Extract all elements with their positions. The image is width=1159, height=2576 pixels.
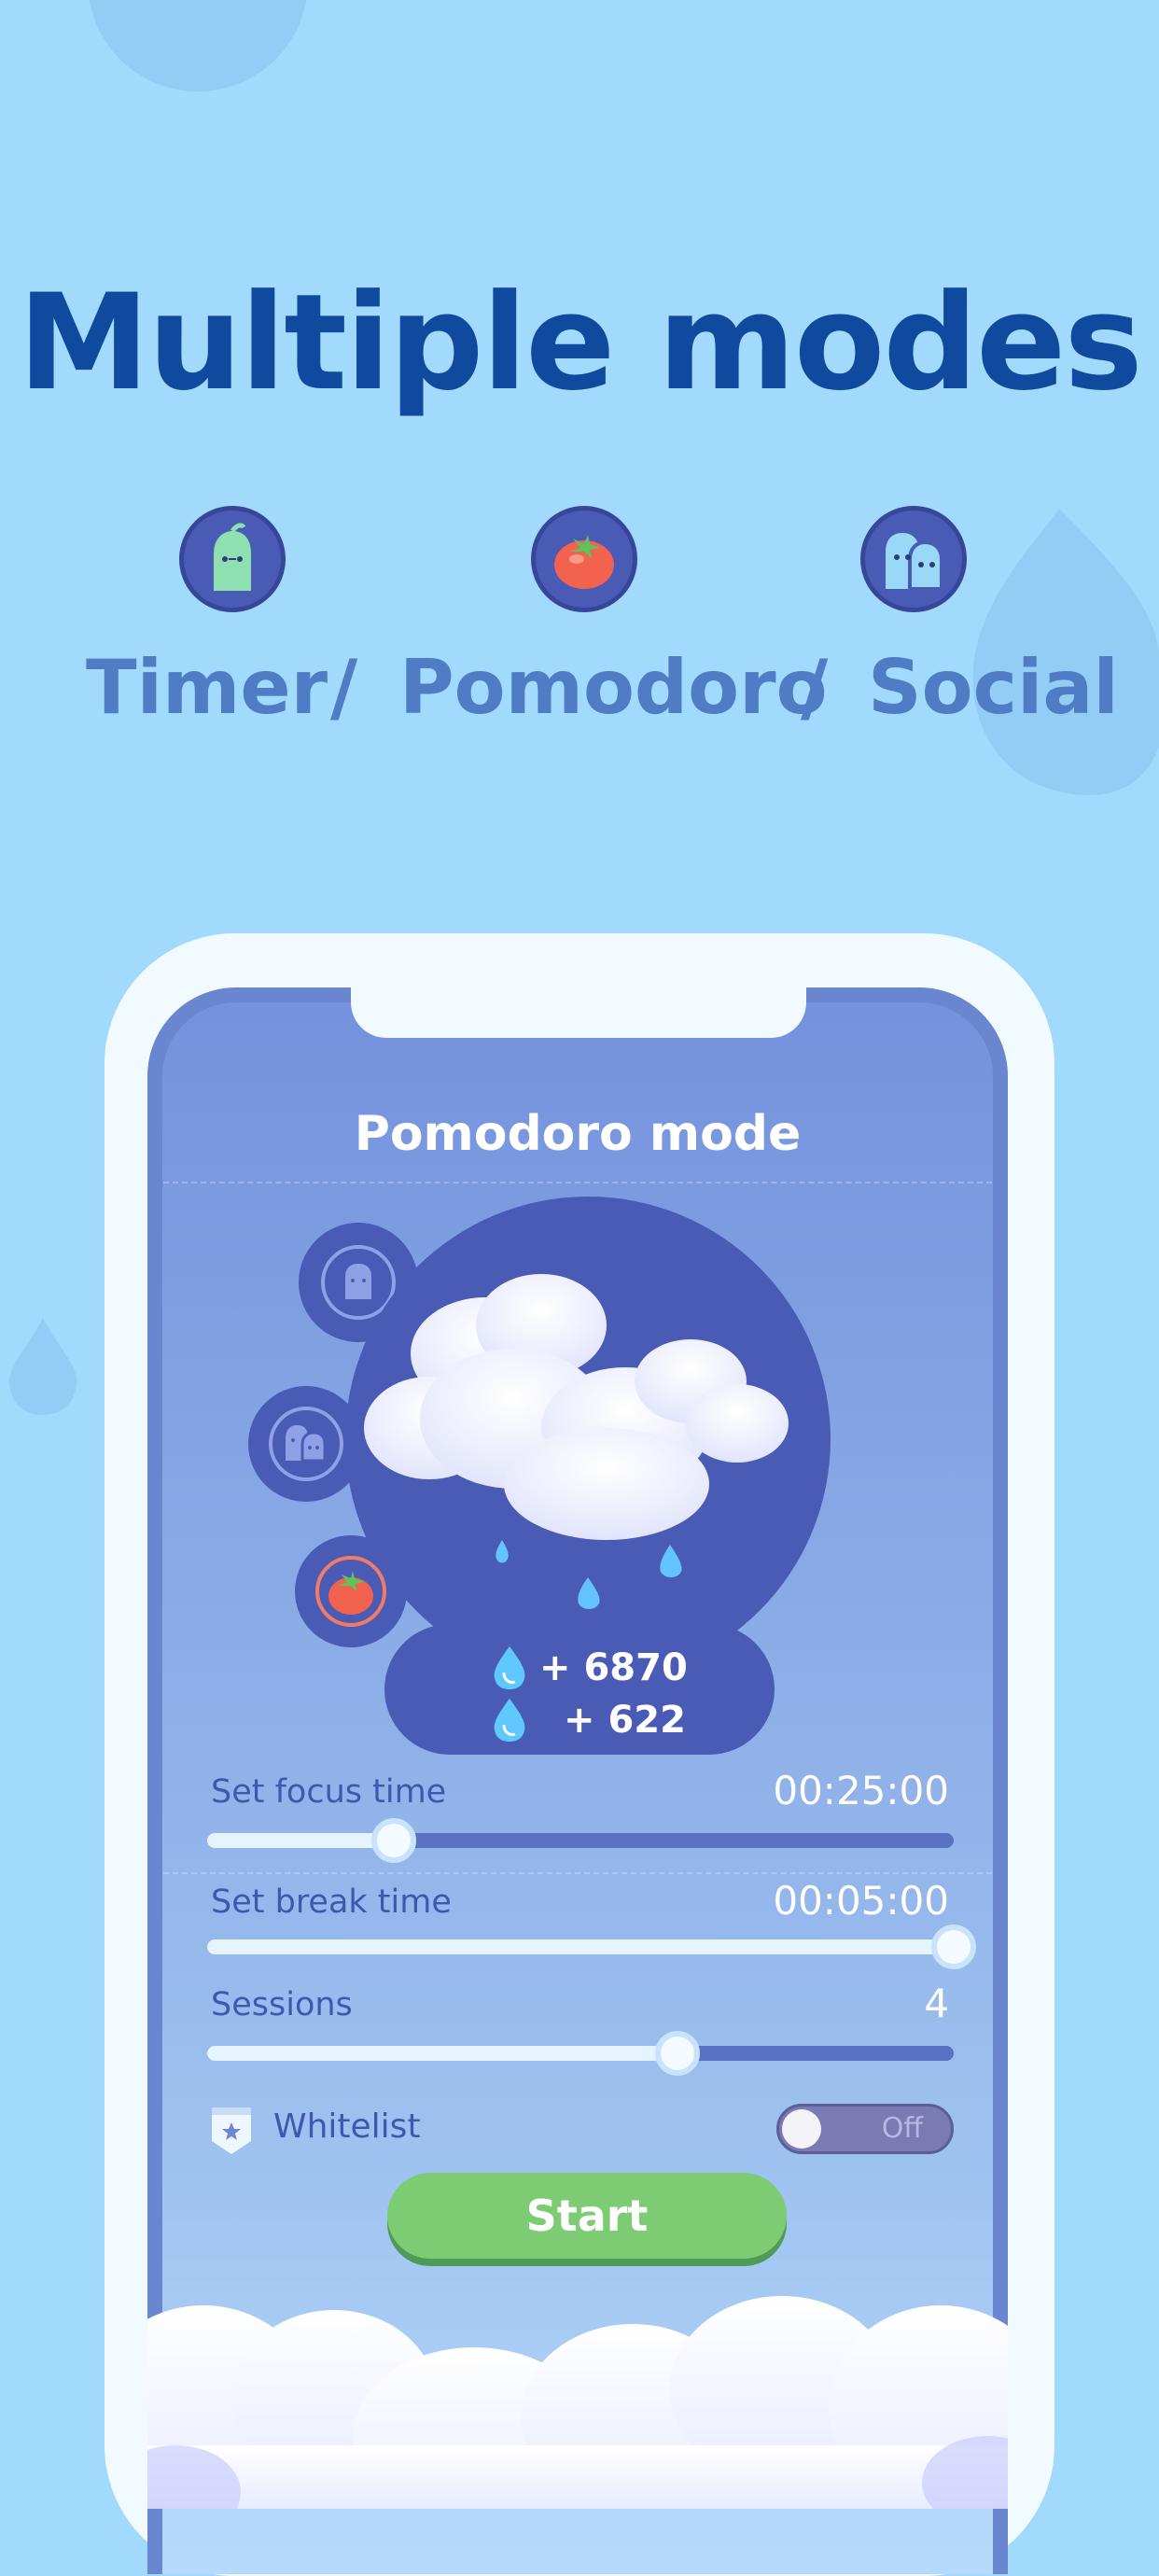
screen-title: Pomodoro mode — [354, 1106, 802, 1162]
start-button[interactable]: Start — [387, 2173, 787, 2259]
focus-time-value: 00:25:00 — [773, 1768, 949, 1813]
social-ghosts-icon — [860, 506, 967, 612]
ground-clouds-illustration — [147, 2296, 1008, 2509]
toggle-knob — [782, 2109, 821, 2149]
timer-ghost-icon — [179, 506, 286, 612]
water-drop-icon — [494, 1699, 525, 1742]
shield-star-icon — [212, 2107, 251, 2154]
slider-fill — [207, 1833, 394, 1848]
break-time-slider[interactable] — [207, 1925, 976, 1969]
break-time-value: 00:05:00 — [773, 1878, 949, 1924]
divider — [163, 1182, 992, 1183]
slider-handle[interactable] — [371, 1818, 416, 1863]
slider-handle[interactable] — [931, 1925, 976, 1969]
mode-label-social: Social — [868, 644, 1119, 731]
reward-total: + 6870 — [539, 1646, 688, 1689]
whitelist-label: Whitelist — [273, 2107, 421, 2146]
modes-label-row: Timer / Pomodoro / Social — [0, 644, 1159, 737]
whitelist-toggle[interactable]: Off — [776, 2104, 954, 2154]
mode-separator: / — [330, 644, 358, 731]
rain-cloud-illustration — [364, 1274, 789, 1609]
sessions-value: 4 — [924, 1981, 949, 2026]
focus-time-slider[interactable] — [207, 1818, 954, 1863]
divider — [163, 1872, 992, 1874]
mode-label-timer: Timer — [86, 644, 328, 731]
break-time-label: Set break time — [211, 1883, 452, 1921]
slider-fill — [207, 1939, 954, 1954]
headline: Multiple modes — [18, 266, 1143, 420]
toggle-state-label: Off — [881, 2112, 923, 2145]
focus-time-label: Set focus time — [211, 1773, 447, 1811]
sessions-label: Sessions — [211, 1986, 353, 2023]
water-drop-icon — [494, 1646, 525, 1689]
slider-handle[interactable] — [655, 2031, 700, 2076]
mode-label-pomodoro: Pomodoro — [399, 644, 828, 731]
mode-separator: / — [801, 644, 829, 731]
sessions-slider[interactable] — [207, 2031, 954, 2076]
phone-notch — [351, 986, 806, 1038]
slider-fill — [207, 2046, 677, 2061]
reward-session: + 622 — [564, 1699, 686, 1742]
tomato-icon — [531, 506, 637, 612]
